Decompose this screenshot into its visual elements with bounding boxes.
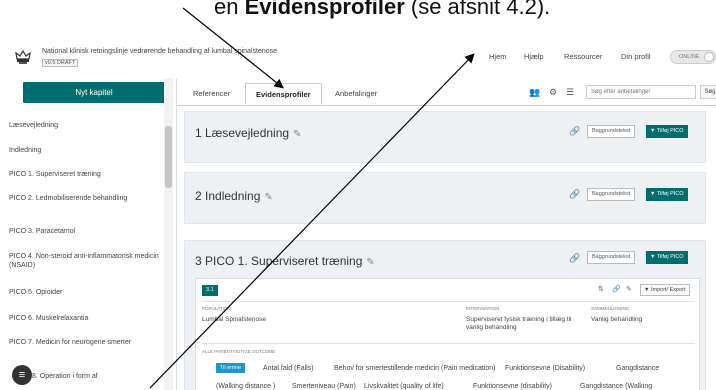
population-value: Lumbal Spinalstenose <box>202 316 266 323</box>
list-icon[interactable]: ☰ <box>566 87 574 98</box>
app-title: National klinisk retningslinje vedrørend… <box>42 48 278 55</box>
section-title: 3 PICO 1. Superviseret træning ✎ <box>195 254 375 268</box>
sidebar: Nyt kapitel Læsevejledning Indledning PI… <box>0 78 177 390</box>
pico-badge: 3.1 <box>202 285 218 296</box>
top-bar: National klinisk retningslinje vedrørend… <box>0 38 716 78</box>
background-text-button[interactable]: Baggrundstekst <box>587 188 636 201</box>
outcome-chip[interactable]: Funktionsevne (disability) <box>473 383 552 390</box>
sidebar-item-pico-2[interactable]: PICO 2. Ledmobiliserende behandling <box>9 194 161 203</box>
outcome-chip[interactable]: Gangdistance (Walking <box>580 383 652 390</box>
section-title: 2 Indledning ✎ <box>195 189 273 203</box>
intervention-value: Superviseret fysisk træning i tillæg til… <box>466 316 572 331</box>
outcome-chip-selected[interactable]: Til emne <box>216 363 245 373</box>
outcome-chip[interactable]: Gangdistance <box>616 365 659 372</box>
outcome-chip[interactable]: Livskvalitet (quality of life) <box>364 383 444 390</box>
sidebar-item-pico-8[interactable]: 8. Operation i form af <box>32 372 184 381</box>
menu-fab-icon[interactable]: ≡ <box>12 365 32 385</box>
outcome-chip[interactable]: Antal fald (Falls) <box>263 365 314 372</box>
tab-references[interactable]: Referencer <box>183 83 240 105</box>
sidebar-item-pico-1[interactable]: PICO 1. Superviseret træning <box>9 170 161 179</box>
crown-logo-icon <box>15 49 31 64</box>
tab-evidence-profiles[interactable]: Evidensprofiler <box>245 83 322 105</box>
toggle-label: ONLINE <box>679 54 700 60</box>
sidebar-item-introduction[interactable]: Indledning <box>9 146 161 155</box>
users-icon[interactable]: 👥 <box>529 87 540 98</box>
tab-divider <box>177 105 716 106</box>
scrollbar-thumb[interactable] <box>165 126 172 188</box>
main-content: Referencer Evidensprofiler Anbefalinger … <box>177 78 716 390</box>
add-pico-button[interactable]: ▼ Tilføj PICO <box>646 188 688 201</box>
pico-card: 3.1 ⇅ 🔗 ✎ ▼ Import/ Export POPULATION Lu… <box>195 278 700 390</box>
section-title-text: 3 PICO 1. Superviseret træning <box>195 254 363 268</box>
link-icon[interactable]: 🔗 <box>569 189 580 200</box>
sidebar-item-pico-3[interactable]: PICO 3. Paracetamol <box>9 227 161 236</box>
link-icon[interactable]: 🔗 <box>569 253 580 264</box>
search-button[interactable]: Søg <box>700 85 716 99</box>
outcome-label: ALLE PATIENTVIGTIGE OUTCOME <box>202 349 276 354</box>
background-text-button[interactable]: Baggrundstekst <box>587 125 636 138</box>
sidebar-item-reading-guide[interactable]: Læsevejledning <box>9 121 161 130</box>
add-pico-button[interactable]: ▼ Tilføj PICO <box>646 251 688 264</box>
card-divider <box>202 301 695 302</box>
nav-profile[interactable]: Din profil <box>621 52 651 61</box>
nav-home[interactable]: Hjem <box>489 52 507 61</box>
edit-pencil-icon[interactable]: ✎ <box>264 192 272 203</box>
comparison-value: Vanlig behandling <box>591 316 643 323</box>
version-badge: v0.5 DRAFT <box>42 59 79 67</box>
sidebar-item-pico-6[interactable]: PICO 6. Muskelrelaxantia <box>9 314 161 323</box>
edit-pencil-icon[interactable]: ✎ <box>293 129 301 140</box>
outcome-chip[interactable]: (Walking distance ) <box>216 383 275 390</box>
gear-icon[interactable]: ⚙ <box>549 87 557 98</box>
add-pico-button[interactable]: ▼ Tilføj PICO <box>646 125 688 138</box>
section-title-text: 2 Indledning <box>195 189 261 203</box>
search-input[interactable] <box>586 85 696 99</box>
background-text-button[interactable]: Baggrundstekst <box>587 251 636 264</box>
caption-suffix: (se afsnit 4.2). <box>404 0 551 19</box>
section-reading-guide: 1 Læsevejledning ✎ 🔗 Baggrundstekst ▼ Til… <box>184 111 706 163</box>
sidebar-scrollbar[interactable] <box>164 78 173 390</box>
edit-pencil-icon[interactable]: ✎ <box>366 257 374 268</box>
online-toggle[interactable]: ONLINE <box>670 50 716 64</box>
sort-icon[interactable]: ⇅ <box>598 285 604 293</box>
caption-text: en Evidensprofiler (se afsnit 4.2). <box>214 0 550 20</box>
section-introduction: 2 Indledning ✎ 🔗 Baggrundstekst ▼ Tilføj … <box>184 172 706 224</box>
nav-resources[interactable]: Ressourcer <box>564 52 602 61</box>
outcome-chip[interactable]: Funktionsevne (Disability) <box>505 365 585 372</box>
outcome-chip[interactable]: Smerteniveau (Pain) <box>292 383 356 390</box>
caption-prefix: en <box>214 0 245 19</box>
population-label: POPULATION <box>202 306 231 311</box>
toggle-knob <box>704 52 714 62</box>
sidebar-item-pico-7[interactable]: PICO 7. Medicin for neurogene smerter <box>9 338 161 347</box>
section-title: 1 Læsevejledning ✎ <box>195 126 301 140</box>
section-pico-1: 3 PICO 1. Superviseret træning ✎ 🔗 Baggru… <box>184 240 706 390</box>
sidebar-item-pico-4[interactable]: PICO 4. Non-steroid anti-inflammatorisk … <box>9 252 161 270</box>
caption-bold: Evidensprofiler <box>244 0 405 19</box>
comparison-label: SAMMENLIGNING <box>591 306 630 311</box>
new-chapter-button[interactable]: Nyt kapitel <box>23 82 165 103</box>
tab-recommendations[interactable]: Anbefalinger <box>325 83 387 105</box>
nav-help[interactable]: Hjælp <box>524 52 544 61</box>
outcome-chip[interactable]: Behov for smertestillende medicin (Pain … <box>334 365 495 372</box>
card-divider <box>202 343 695 344</box>
link-icon[interactable]: 🔗 <box>569 126 580 137</box>
import-export-button[interactable]: ▼ Import/ Export <box>640 284 690 296</box>
link-icon[interactable]: 🔗 <box>612 285 621 293</box>
section-title-text: 1 Læsevejledning <box>195 126 290 140</box>
edit-pencil-icon[interactable]: ✎ <box>626 285 632 293</box>
intervention-label: INTERVENTION <box>466 306 500 311</box>
caption-strip: en Evidensprofiler (se afsnit 4.2). <box>0 0 716 38</box>
sidebar-item-pico-5[interactable]: PICO 5. Opioider <box>9 288 161 297</box>
